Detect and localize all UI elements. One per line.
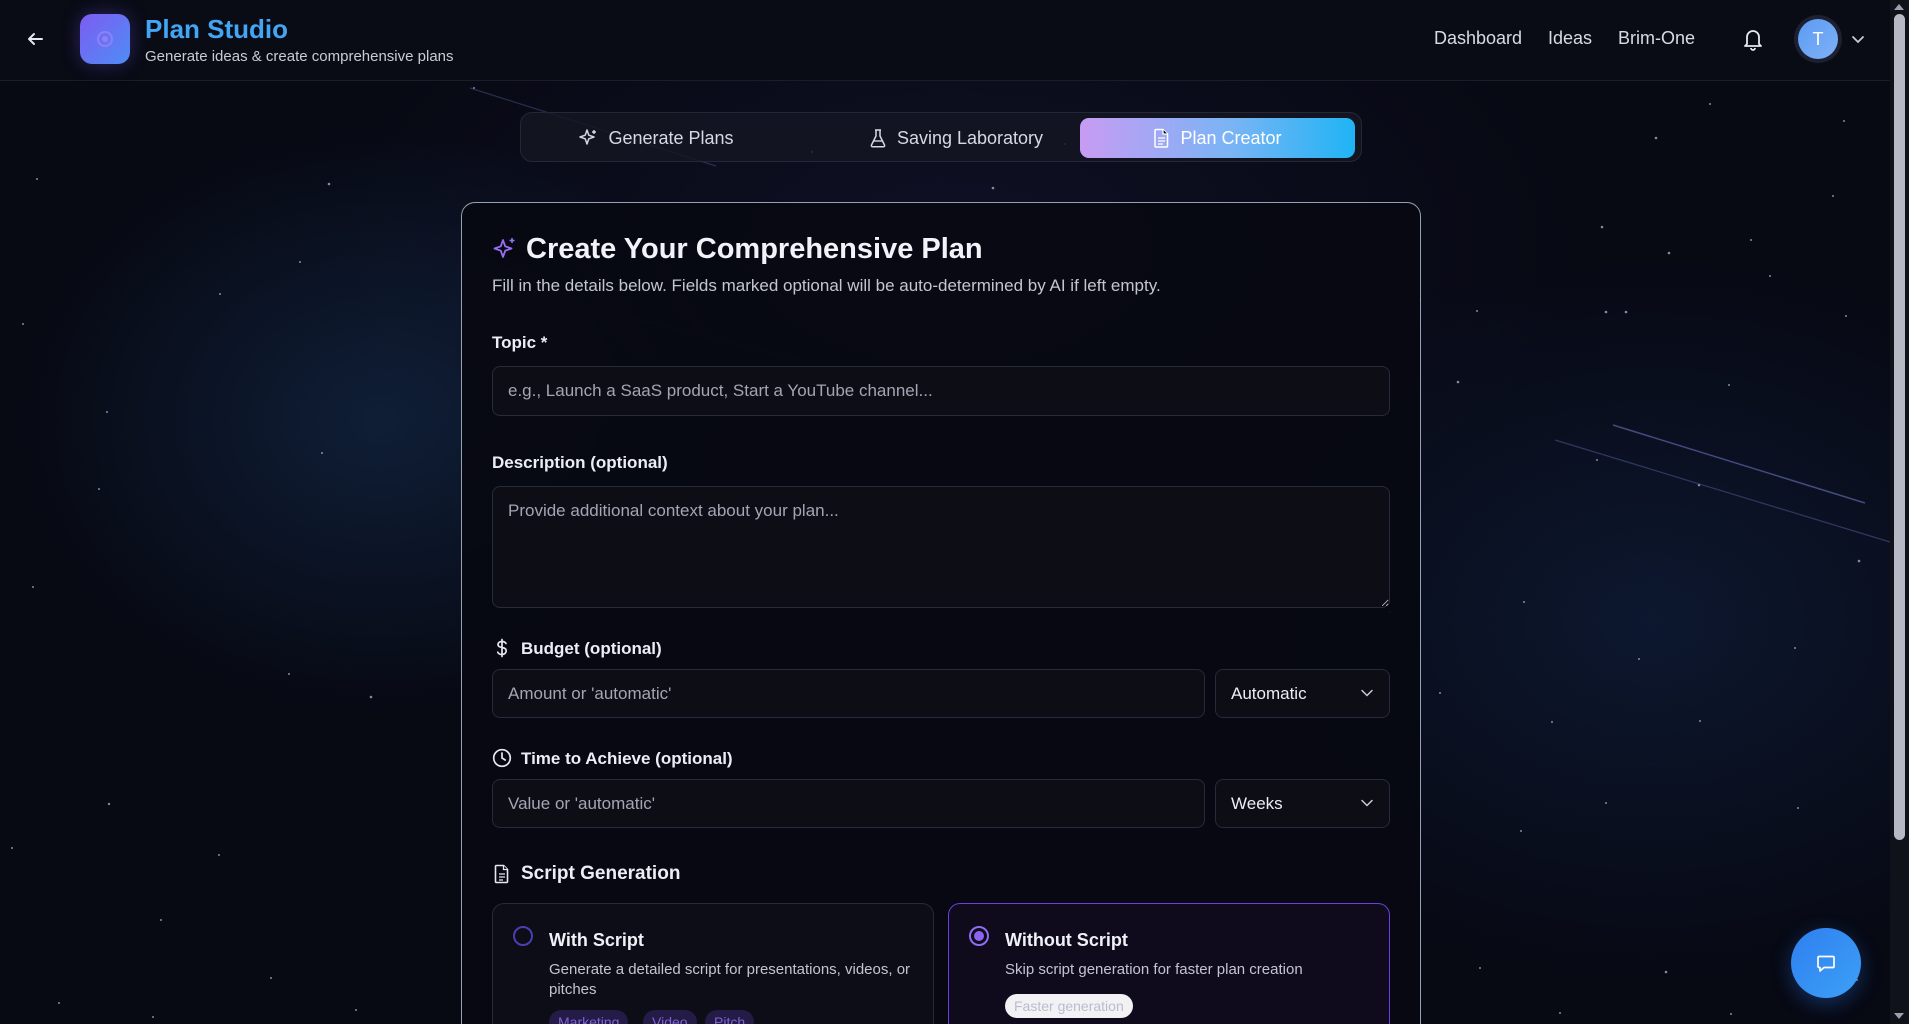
- description-textarea[interactable]: [492, 486, 1390, 608]
- topic-input[interactable]: [492, 366, 1390, 416]
- plan-form-card: [461, 202, 1421, 1024]
- tag-chip: Pitch: [705, 1010, 755, 1024]
- app-logo: [80, 14, 130, 64]
- scrollbar-thumb[interactable]: [1894, 14, 1905, 840]
- flask-icon: [870, 129, 886, 148]
- document-icon: [1154, 128, 1169, 148]
- scroll-down-arrow[interactable]: [1894, 1013, 1904, 1019]
- dollar-icon: [496, 638, 508, 658]
- form-subtitle: Fill in the details below. Fields marked…: [492, 276, 1161, 295]
- script-section-title: Script Generation: [521, 863, 681, 884]
- tag-chip: Faster generation: [1005, 994, 1133, 1018]
- tab-label: Plan Creator: [1180, 127, 1282, 148]
- chevron-down-icon[interactable]: [1851, 32, 1865, 46]
- radio-button[interactable]: [513, 926, 533, 946]
- tab-generate-plans[interactable]: Generate Plans: [531, 118, 781, 158]
- nav-brim-one[interactable]: Brim-One: [1618, 28, 1695, 49]
- select-value: Automatic: [1231, 683, 1307, 703]
- budget-input[interactable]: [492, 669, 1205, 718]
- with-script-option[interactable]: With Script Generate a detailed script f…: [492, 903, 934, 1024]
- option-title: Without Script: [1005, 930, 1128, 950]
- option-description: Skip script generation for faster plan c…: [1005, 961, 1303, 978]
- avatar-initial: T: [1798, 19, 1838, 59]
- time-label: Time to Achieve (optional): [521, 749, 733, 768]
- back-button[interactable]: [22, 26, 48, 52]
- chat-icon: [1817, 955, 1835, 972]
- sparkles-icon: [493, 238, 515, 258]
- form-title: Create Your Comprehensive Plan: [526, 233, 983, 265]
- mode-tabs: Generate Plans Saving Laboratory Plan Cr…: [520, 112, 1362, 162]
- nav-ideas[interactable]: Ideas: [1548, 28, 1592, 49]
- option-title: With Script: [549, 930, 644, 950]
- option-description: Generate a detailed script for presentat…: [549, 961, 911, 998]
- description-label: Description (optional): [492, 453, 668, 472]
- tab-plan-creator[interactable]: Plan Creator: [1080, 118, 1355, 158]
- logo-icon: [97, 31, 113, 47]
- tab-saving-laboratory[interactable]: Saving Laboratory: [811, 118, 1101, 158]
- tab-label: Generate Plans: [608, 127, 734, 148]
- sparkles-icon: [579, 129, 597, 145]
- app-title: Plan Studio: [145, 14, 288, 44]
- chevron-down-icon: [1361, 689, 1373, 697]
- topic-label: Topic *: [492, 333, 548, 352]
- nav-dashboard[interactable]: Dashboard: [1434, 28, 1522, 49]
- document-icon: [494, 864, 509, 884]
- chevron-down-icon: [1361, 799, 1373, 807]
- time-input[interactable]: [492, 779, 1205, 828]
- budget-mode-select[interactable]: Automatic: [1215, 669, 1390, 718]
- arrow-left-icon: [28, 33, 43, 45]
- bell-icon[interactable]: [1742, 27, 1764, 51]
- tab-label: Saving Laboratory: [896, 127, 1044, 148]
- user-avatar[interactable]: T: [1794, 15, 1842, 63]
- radio-button[interactable]: [969, 926, 989, 946]
- app-subtitle: Generate ideas & create comprehensive pl…: [145, 48, 454, 65]
- scroll-up-arrow[interactable]: [1894, 4, 1904, 10]
- top-header: Plan Studio Generate ideas & create comp…: [0, 0, 1890, 81]
- select-value: Weeks: [1231, 793, 1283, 813]
- tag-chip: Video: [643, 1010, 697, 1024]
- tag-chip: Marketing: [549, 1010, 629, 1024]
- chat-button[interactable]: [1791, 928, 1861, 998]
- time-unit-select[interactable]: Weeks: [1215, 779, 1390, 828]
- budget-label: Budget (optional): [521, 639, 662, 658]
- clock-icon: [492, 748, 512, 768]
- without-script-option[interactable]: Without Script Skip script generation fo…: [948, 903, 1390, 1024]
